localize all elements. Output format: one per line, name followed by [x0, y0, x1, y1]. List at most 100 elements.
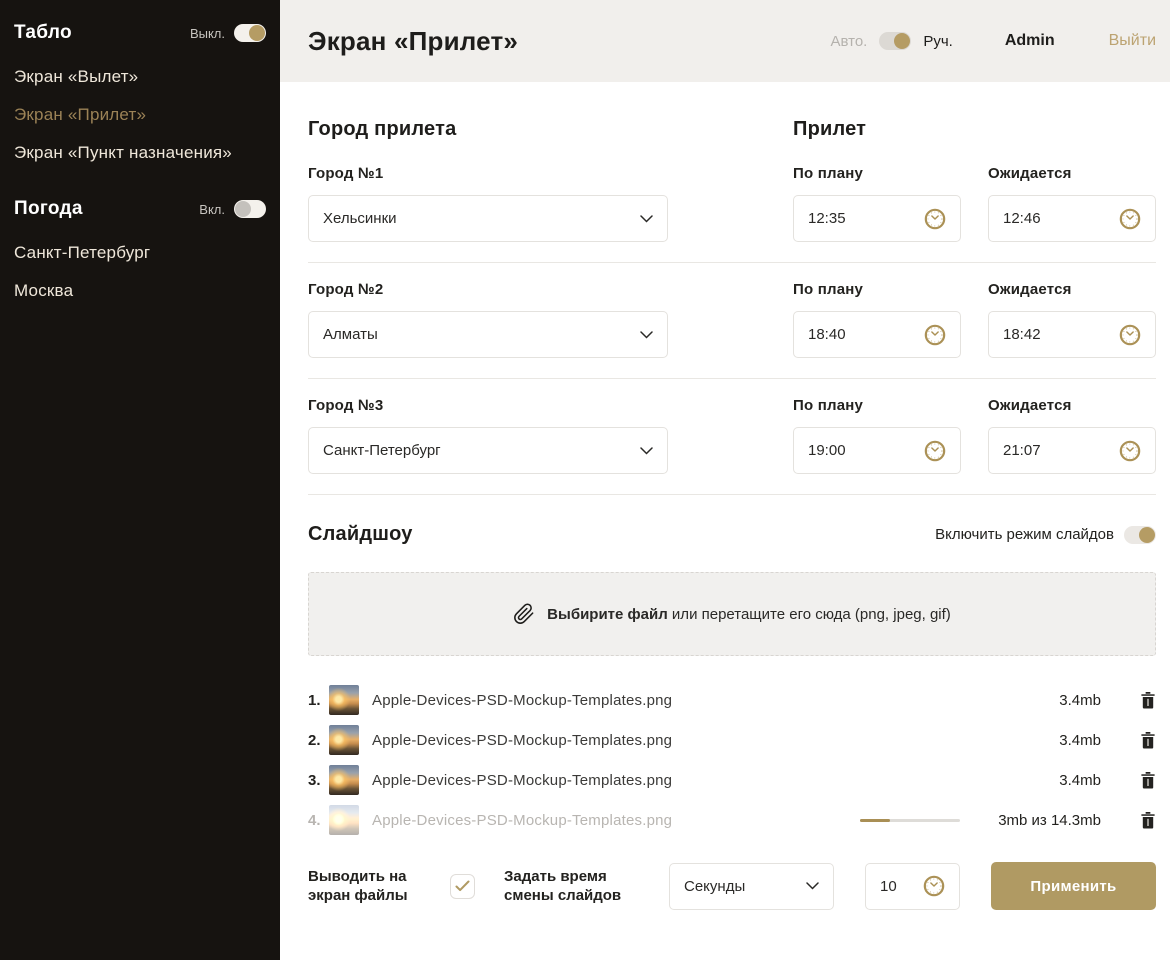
clock-icon[interactable] — [1119, 440, 1141, 462]
file-row-3: 3. Apple-Devices-PSD-Mockup-Templates.pn… — [308, 760, 1156, 800]
file-size: 3.4mb — [1041, 732, 1101, 749]
mode-toggle[interactable] — [879, 32, 911, 50]
expected2-input-wrap — [988, 311, 1156, 358]
planned3-input[interactable] — [808, 442, 916, 459]
expected1-input[interactable] — [1003, 210, 1111, 227]
page-title: Экран «Прилет» — [308, 26, 518, 57]
weather-toggle[interactable] — [234, 200, 266, 218]
city1-label: Город №1 — [308, 165, 668, 182]
upload-progress-fill — [860, 819, 890, 822]
top-bar: Экран «Прилет» Авто. Руч. Admin Выйти — [280, 0, 1170, 82]
file-number: 4. — [308, 812, 329, 829]
sidebar-item-departure-screen[interactable]: Экран «Вылет» — [14, 58, 266, 96]
chevron-down-icon — [640, 447, 653, 455]
clock-icon[interactable] — [924, 440, 946, 462]
expected3-input-wrap — [988, 427, 1156, 474]
display-files-checkbox[interactable] — [450, 874, 475, 899]
sidebar-section-title-tablo: Табло — [14, 22, 72, 44]
sidebar-item-destination-screen[interactable]: Экран «Пункт назначения» — [14, 134, 266, 172]
city1-select-value: Хельсинки — [323, 210, 640, 227]
file-thumbnail — [329, 685, 359, 715]
chevron-down-icon — [806, 882, 819, 890]
weather-toggle-knob — [235, 201, 251, 217]
file-name: Apple-Devices-PSD-Mockup-Templates.png — [372, 812, 672, 829]
city2-select-value: Алматы — [323, 326, 640, 343]
planned2-input[interactable] — [808, 326, 916, 343]
dropzone-text-rest: или перетащите его сюда (png, jpeg, gif) — [668, 606, 951, 623]
expected1-label: Ожидается — [988, 165, 1156, 182]
city3-select-value: Санкт-Петербург — [323, 442, 640, 459]
expected3-input[interactable] — [1003, 442, 1111, 459]
arrival-row-1: Город №1 Хельсинки По плану Ожидается — [308, 165, 1156, 263]
clock-icon[interactable] — [924, 324, 946, 346]
file-number: 1. — [308, 692, 329, 709]
file-dropzone[interactable]: Выбирите файл или перетащите его сюда (p… — [308, 572, 1156, 656]
file-number: 2. — [308, 732, 329, 749]
expected2-input[interactable] — [1003, 326, 1111, 343]
city3-label: Город №3 — [308, 397, 668, 414]
sidebar-item-arrival-screen[interactable]: Экран «Прилет» — [14, 96, 266, 134]
tablo-toggle-knob — [249, 25, 265, 41]
sidebar-item-spb-weather[interactable]: Санкт-Петербург — [14, 234, 266, 272]
logout-link[interactable]: Выйти — [1109, 32, 1156, 50]
user-name: Admin — [1005, 32, 1055, 50]
city2-select[interactable]: Алматы — [308, 311, 668, 358]
interval-input[interactable] — [880, 878, 915, 895]
mode-toggle-knob — [894, 33, 910, 49]
planned1-input[interactable] — [808, 210, 916, 227]
clock-icon[interactable] — [1119, 208, 1141, 230]
sidebar: Табло Выкл. Экран «Вылет» Экран «Прилет»… — [0, 0, 280, 960]
file-number: 3. — [308, 772, 329, 789]
slideshow-toggle[interactable] — [1124, 526, 1156, 544]
city1-select[interactable]: Хельсинки — [308, 195, 668, 242]
file-list: 1. Apple-Devices-PSD-Mockup-Templates.pn… — [308, 680, 1156, 840]
arrival-heading: Прилет — [793, 118, 866, 141]
chevron-down-icon — [640, 331, 653, 339]
file-name: Apple-Devices-PSD-Mockup-Templates.png — [372, 732, 672, 749]
tablo-toggle-label: Выкл. — [190, 26, 225, 41]
file-row-1: 1. Apple-Devices-PSD-Mockup-Templates.pn… — [308, 680, 1156, 720]
slideshow-toggle-knob — [1139, 527, 1155, 543]
file-thumbnail — [329, 765, 359, 795]
sidebar-section-tablo: Табло Выкл. Экран «Вылет» Экран «Прилет»… — [14, 22, 266, 172]
time-unit-select[interactable]: Секунды — [669, 863, 834, 910]
mode-auto-label: Авто. — [830, 33, 867, 50]
chevron-down-icon — [640, 215, 653, 223]
city2-label: Город №2 — [308, 281, 668, 298]
display-files-label: Выводить на экран файлы — [308, 867, 450, 905]
trash-icon[interactable] — [1141, 772, 1156, 789]
sidebar-section-title-weather: Погода — [14, 198, 83, 220]
content: Город прилета Прилет Город №1 Хельсинки … — [280, 82, 1170, 910]
slideshow-heading: Слайдшоу — [308, 523, 413, 546]
upload-progress-bar — [860, 819, 960, 822]
planned1-label: По плану — [793, 165, 961, 182]
file-name: Apple-Devices-PSD-Mockup-Templates.png — [372, 692, 672, 709]
trash-icon[interactable] — [1141, 692, 1156, 709]
clock-icon[interactable] — [1119, 324, 1141, 346]
mode-manual-label: Руч. — [923, 33, 953, 50]
file-row-2: 2. Apple-Devices-PSD-Mockup-Templates.pn… — [308, 720, 1156, 760]
dropzone-text: Выбирите файл или перетащите его сюда (p… — [547, 606, 951, 623]
trash-icon[interactable] — [1141, 812, 1156, 829]
check-icon — [455, 880, 470, 892]
file-size: 3.4mb — [1041, 692, 1101, 709]
slideshow-toggle-label: Включить режим слайдов — [935, 526, 1114, 543]
planned3-input-wrap — [793, 427, 961, 474]
arrival-row-3: Город №3 Санкт-Петербург По плану Ожидае… — [308, 397, 1156, 495]
trash-icon[interactable] — [1141, 732, 1156, 749]
expected1-input-wrap — [988, 195, 1156, 242]
tablo-toggle[interactable] — [234, 24, 266, 42]
sidebar-item-moscow-weather[interactable]: Москва — [14, 272, 266, 310]
arrival-row-2: Город №2 Алматы По плану Ожидается — [308, 281, 1156, 379]
clock-icon[interactable] — [923, 875, 945, 897]
city3-select[interactable]: Санкт-Петербург — [308, 427, 668, 474]
expected3-label: Ожидается — [988, 397, 1156, 414]
file-upload-size: 3mb из 14.3mb — [986, 812, 1101, 829]
apply-button[interactable]: Применить — [991, 862, 1156, 910]
planned3-label: По плану — [793, 397, 961, 414]
slide-time-label: Задать время смены слайдов — [504, 867, 654, 905]
clock-icon[interactable] — [924, 208, 946, 230]
slideshow-footer: Выводить на экран файлы Задать время сме… — [308, 862, 1156, 910]
expected2-label: Ожидается — [988, 281, 1156, 298]
file-thumbnail — [329, 805, 359, 835]
